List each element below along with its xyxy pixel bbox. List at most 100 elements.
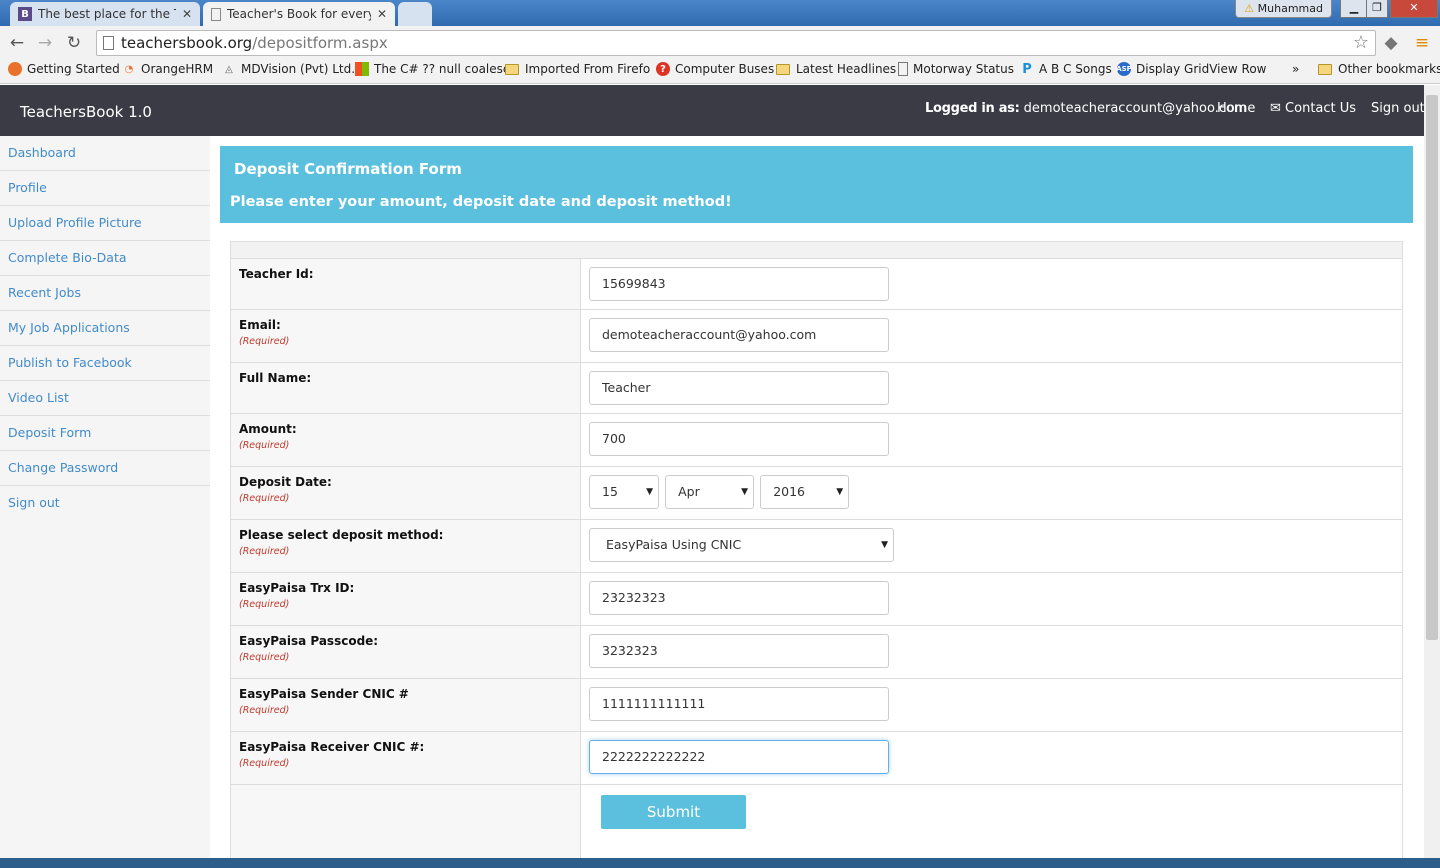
bookmark-star-icon[interactable]: ☆ xyxy=(1353,32,1369,53)
required-note: (Required) xyxy=(239,652,290,663)
bookmark-label: Other bookmarks xyxy=(1338,62,1440,76)
receiver-cnic-input[interactable]: 2222222222222 xyxy=(589,740,889,774)
form-heading: Deposit Confirmation Form xyxy=(234,160,462,178)
forward-icon[interactable]: → xyxy=(34,32,56,54)
bookmark-computer-buses[interactable]: ? Computer Buses xyxy=(656,62,774,76)
sidebar-item-complete-bio-data[interactable]: Complete Bio-Data xyxy=(0,241,210,276)
bookmark-label: Latest Headlines xyxy=(796,62,897,76)
form-banner: Deposit Confirmation Form Please enter y… xyxy=(220,146,1413,223)
passcode-input[interactable]: 3232323 xyxy=(589,634,889,668)
teacher-id-label: Teacher Id: xyxy=(231,259,581,309)
more-bookmarks-chevron-icon[interactable]: » xyxy=(1292,62,1299,76)
window-user-badge[interactable]: ⚠ Muhammad xyxy=(1235,0,1332,18)
bookmark-gridview[interactable]: ASP Display GridView Row xyxy=(1116,62,1266,76)
chevron-down-icon: ▼ xyxy=(741,487,749,497)
minimize-icon[interactable]: ▁ xyxy=(1340,0,1368,18)
bookmark-getting-started[interactable]: Getting Started xyxy=(8,62,120,76)
back-icon[interactable]: ← xyxy=(6,32,28,54)
required-note: (Required) xyxy=(239,493,290,504)
sidebar-item-recent-jobs[interactable]: Recent Jobs xyxy=(0,276,210,311)
scrollbar-thumb[interactable] xyxy=(1426,95,1438,640)
receiver-cnic-label: EasyPaisa Receiver CNIC #: xyxy=(239,740,425,754)
sender-cnic-input[interactable]: 1111111111111 xyxy=(589,687,889,721)
sender-cnic-label: EasyPaisa Sender CNIC # xyxy=(239,687,409,701)
bookmark-motorway[interactable]: Motorway Status xyxy=(898,62,1014,76)
bookmark-label: A B C Songs xyxy=(1039,62,1112,76)
close-tab-icon[interactable]: ✕ xyxy=(377,7,387,21)
sidebar-item-sign-out[interactable]: Sign out xyxy=(0,486,210,521)
nav-contact-link[interactable]: ✉ Contact Us xyxy=(1270,101,1356,116)
nav-home-link[interactable]: Home xyxy=(1217,101,1255,116)
row-deposit-date: Deposit Date: (Required) 15 ▼ Apr ▼ 2016 ▼ xyxy=(231,467,1402,520)
deposit-method-select[interactable]: EasyPaisa Using CNIC ▼ xyxy=(589,528,894,562)
amount-label-cell: Amount: (Required) xyxy=(231,414,581,466)
sidebar-item-publish-to-facebook[interactable]: Publish to Facebook xyxy=(0,346,210,381)
logged-in-label: Logged in as: xyxy=(925,101,1020,116)
brand-link[interactable]: TeachersBook 1.0 xyxy=(20,103,152,121)
tab-title: The best place for the Tea xyxy=(38,7,176,21)
row-teacher-id: Teacher Id: 15699843 xyxy=(231,259,1402,310)
deposit-year-value: 2016 xyxy=(773,484,805,499)
email-input[interactable]: demoteacheraccount@yahoo.com xyxy=(589,318,889,352)
method-label: Please select deposit method: xyxy=(239,528,444,542)
browser-tab-strip: B The best place for the Tea ✕ Teacher's… xyxy=(0,0,1440,26)
nav-contact-label: Contact Us xyxy=(1285,101,1357,116)
folder-icon xyxy=(505,63,519,75)
sidebar-item-change-password[interactable]: Change Password xyxy=(0,451,210,486)
window-user-name: Muhammad xyxy=(1257,2,1323,15)
nav-signout-link[interactable]: Sign out xyxy=(1371,101,1425,116)
browser-tab-1[interactable]: B The best place for the Tea ✕ xyxy=(10,2,200,26)
question-icon: ? xyxy=(656,62,670,76)
required-note: (Required) xyxy=(239,546,290,557)
sidebar-item-dashboard[interactable]: Dashboard xyxy=(0,136,210,171)
maximize-icon[interactable]: ❐ xyxy=(1366,0,1388,18)
new-tab-button[interactable] xyxy=(398,2,432,26)
sidebar-item-deposit-form[interactable]: Deposit Form xyxy=(0,416,210,451)
browser-tab-2[interactable]: Teacher's Book for every t ✕ xyxy=(203,2,395,26)
bookmark-latest-headlines[interactable]: Latest Headlines xyxy=(776,62,896,76)
bookmark-orangehrm[interactable]: ◔ OrangeHRM xyxy=(122,62,213,76)
row-trx-id: EasyPaisa Trx ID: (Required) 23232323 xyxy=(231,573,1402,626)
table-header-strip xyxy=(231,242,1402,259)
passcode-label: EasyPaisa Passcode: xyxy=(239,634,379,648)
sidebar-item-my-job-applications[interactable]: My Job Applications xyxy=(0,311,210,346)
row-sender-cnic: EasyPaisa Sender CNIC # (Required) 111111… xyxy=(231,679,1402,732)
page-scrollbar[interactable] xyxy=(1424,85,1440,868)
menu-icon[interactable]: ≡ xyxy=(1411,32,1433,54)
deposit-day-select[interactable]: 15 ▼ xyxy=(589,475,659,509)
p-icon: P xyxy=(1022,61,1032,77)
full-name-input[interactable]: Teacher xyxy=(589,371,889,405)
bookmark-imported[interactable]: Imported From Firefo xyxy=(505,62,650,76)
site-navbar: TeachersBook 1.0 Logged in as: demoteach… xyxy=(0,85,1425,136)
deposit-month-select[interactable]: Apr ▼ xyxy=(665,475,755,509)
sidebar-item-upload-profile-picture[interactable]: Upload Profile Picture xyxy=(0,206,210,241)
submit-button[interactable]: Submit xyxy=(601,795,746,829)
dropbox-icon[interactable]: ◆ xyxy=(1380,32,1402,54)
teacher-id-input[interactable]: 15699843 xyxy=(589,267,889,301)
deposit-day-value: 15 xyxy=(602,484,618,499)
form-subheading: Please enter your amount, deposit date a… xyxy=(230,194,732,210)
sender-cnic-label-cell: EasyPaisa Sender CNIC # (Required) xyxy=(231,679,581,731)
microsoft-icon xyxy=(355,62,369,76)
close-window-icon[interactable]: ✕ xyxy=(1390,0,1438,18)
address-bar[interactable]: teachersbook.org/depositform.aspx ☆ xyxy=(96,30,1376,56)
other-bookmarks[interactable]: Other bookmarks xyxy=(1318,62,1440,76)
trx-id-input[interactable]: 23232323 xyxy=(589,581,889,615)
bookmark-csharp[interactable]: The C# ?? null coalesc xyxy=(355,62,510,76)
bookmark-abc-songs[interactable]: P A B C Songs xyxy=(1020,61,1112,77)
chevron-down-icon: ▼ xyxy=(646,487,653,497)
deposit-year-select[interactable]: 2016 ▼ xyxy=(760,475,850,509)
main-content: Deposit Confirmation Form Please enter y… xyxy=(220,136,1424,868)
os-taskbar xyxy=(0,858,1440,868)
orange-icon: ◔ xyxy=(124,63,134,75)
sidebar-item-video-list[interactable]: Video List xyxy=(0,381,210,416)
tab-title: Teacher's Book for every t xyxy=(227,7,371,21)
amount-input[interactable]: 700 xyxy=(589,422,889,456)
row-full-name: Full Name: Teacher xyxy=(231,363,1402,414)
reload-icon[interactable]: ↻ xyxy=(63,32,85,54)
bookmark-mdvision[interactable]: ◬ MDVision (Pvt) Ltd. xyxy=(222,62,355,76)
close-tab-icon[interactable]: ✕ xyxy=(182,7,192,21)
email-label-cell: Email: (Required) xyxy=(231,310,581,362)
sidebar-item-profile[interactable]: Profile xyxy=(0,171,210,206)
url-host: teachersbook.org xyxy=(121,34,253,52)
